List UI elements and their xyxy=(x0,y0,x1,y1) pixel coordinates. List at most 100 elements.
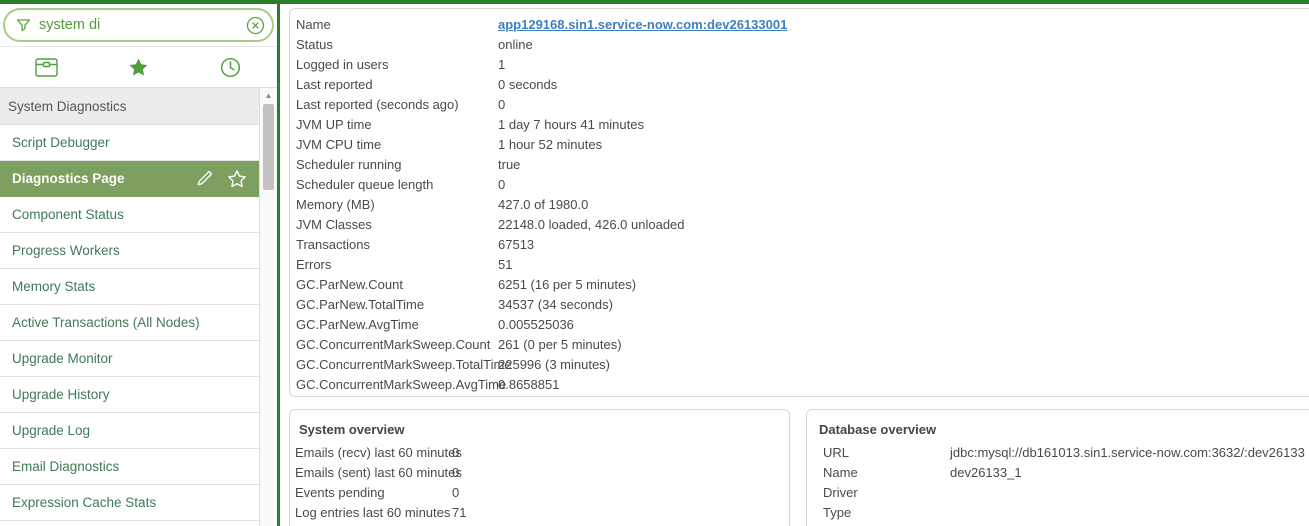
overview-label: Driver xyxy=(823,485,858,500)
top-accent-bar xyxy=(0,0,1309,4)
overview-label: Type xyxy=(823,505,852,520)
overview-label: Events pending xyxy=(295,485,385,500)
nav-item-label: Upgrade History xyxy=(12,387,110,402)
circle-x-icon xyxy=(246,16,265,35)
sidebar-scrollbar[interactable]: ▲ xyxy=(259,88,277,526)
stat-row: Name app129168.sin1.service-now.com:dev2… xyxy=(296,15,1309,35)
stat-value: 1 hour 52 minutes xyxy=(498,137,603,152)
system-overview-panel: System overview Emails (recv) last 60 mi… xyxy=(289,409,790,526)
overview-value: 0 xyxy=(452,485,460,500)
stat-label: GC.ParNew.Count xyxy=(296,277,403,292)
sidebar-nav-item[interactable]: Upgrade History xyxy=(0,377,259,413)
sidebar-nav-item[interactable]: Email Diagnostics xyxy=(0,449,259,485)
stat-value: 67513 xyxy=(498,237,535,252)
stat-label: JVM Classes xyxy=(296,217,372,232)
overview-row: Events pending 0 xyxy=(295,483,789,503)
star-outline-icon[interactable] xyxy=(227,169,247,189)
stat-label: Scheduler queue length xyxy=(296,177,434,192)
sidebar-nav-item[interactable]: Component Status xyxy=(0,197,259,233)
overview-row: Driver xyxy=(823,483,1309,503)
nav-tabs-row xyxy=(0,47,277,88)
scroll-up-arrow-icon[interactable]: ▲ xyxy=(260,88,277,102)
sidebar-nav-item[interactable]: Script Debugger xyxy=(0,125,259,161)
overview-label: URL xyxy=(823,445,850,460)
application-window: System Diagnostics Script Debugger xyxy=(0,0,1309,526)
stat-row: Last reported (seconds ago) 0 xyxy=(296,95,1309,115)
nav-content-divider[interactable] xyxy=(277,0,280,526)
stat-row: GC.ParNew.TotalTime 34537 (34 seconds) xyxy=(296,295,1309,315)
navigation-sidebar: System Diagnostics Script Debugger xyxy=(0,4,277,526)
stat-row: Transactions 67513 xyxy=(296,235,1309,255)
stat-value: 0.8658851 xyxy=(498,377,560,392)
stat-row: Last reported 0 seconds xyxy=(296,75,1309,95)
stat-value: 0 xyxy=(498,97,506,112)
stat-label: JVM CPU time xyxy=(296,137,382,152)
stat-label: Errors xyxy=(296,257,332,272)
nav-filter-box[interactable] xyxy=(3,8,274,42)
overview-row: Emails (recv) last 60 minutes 0 xyxy=(295,443,789,463)
database-overview-table: URL jdbc:mysql://db161013.sin1.service-n… xyxy=(807,443,1309,523)
scrollbar-thumb[interactable] xyxy=(263,104,274,190)
stat-label: Scheduler running xyxy=(296,157,402,172)
stat-row: Logged in users 1 xyxy=(296,55,1309,75)
stat-value: 34537 (34 seconds) xyxy=(498,297,613,312)
stat-row: GC.ParNew.AvgTime 0.005525036 xyxy=(296,315,1309,335)
stat-value: 0 seconds xyxy=(498,77,558,92)
stat-label: Last reported (seconds ago) xyxy=(296,97,459,112)
system-overview-title: System overview xyxy=(299,422,405,437)
stat-value: 1 xyxy=(498,57,506,72)
overview-value: dev26133_1 xyxy=(950,465,1022,480)
stat-row: GC.ConcurrentMarkSweep.TotalTime 225996 … xyxy=(296,355,1309,375)
overview-value: 71 xyxy=(452,505,467,520)
stat-label: GC.ConcurrentMarkSweep.TotalTime xyxy=(296,357,512,372)
stat-value: 225996 (3 minutes) xyxy=(498,357,611,372)
sidebar-nav-item[interactable]: Expression Cache Stats xyxy=(0,485,259,521)
overview-row: Type xyxy=(823,503,1309,523)
overview-row: Log entries last 60 minutes 71 xyxy=(295,503,789,523)
overview-row: Name dev26133_1 xyxy=(823,463,1309,483)
nav-item-label: Active Transactions (All Nodes) xyxy=(12,315,200,330)
system-overview-table: Emails (recv) last 60 minutes 0 Emails (… xyxy=(290,443,789,523)
edit-pencil-icon[interactable] xyxy=(195,169,214,188)
stat-value: 22148.0 loaded, 426.0 unloaded xyxy=(498,217,685,232)
sidebar-nav-item[interactable]: Memory Stats xyxy=(0,269,259,305)
stat-value: online xyxy=(498,37,533,52)
nav-item-label: Expression Cache Stats xyxy=(12,495,157,510)
overview-row: URL jdbc:mysql://db161013.sin1.service-n… xyxy=(823,443,1309,463)
sidebar-nav-item[interactable]: Diagnostics Page xyxy=(0,161,259,197)
stat-label: GC.ParNew.AvgTime xyxy=(296,317,419,332)
stat-row: Scheduler running true xyxy=(296,155,1309,175)
tab-history[interactable] xyxy=(185,57,277,78)
nav-filter-input[interactable] xyxy=(39,17,246,33)
sidebar-nav-item[interactable]: Upgrade Monitor xyxy=(0,341,259,377)
nav-list: Script Debugger Diagnostics Page Compone… xyxy=(0,125,259,521)
overview-label: Emails (recv) last 60 minutes xyxy=(295,445,462,460)
stat-label: Transactions xyxy=(296,237,370,252)
nav-item-label: Diagnostics Page xyxy=(12,171,125,186)
node-stats-panel: Name app129168.sin1.service-now.com:dev2… xyxy=(289,8,1309,397)
nav-item-label: Component Status xyxy=(12,207,124,222)
stat-value: true xyxy=(498,157,521,172)
overview-value: 0 xyxy=(452,445,460,460)
sidebar-nav-item[interactable]: Active Transactions (All Nodes) xyxy=(0,305,259,341)
nav-item-label: Memory Stats xyxy=(12,279,96,294)
nav-item-label: Script Debugger xyxy=(12,135,110,150)
stat-value: 0 xyxy=(498,177,506,192)
stat-value: 261 (0 per 5 minutes) xyxy=(498,337,622,352)
tab-favorites[interactable] xyxy=(92,57,184,78)
node-stats-table: Name app129168.sin1.service-now.com:dev2… xyxy=(296,15,1309,395)
clear-filter-button[interactable] xyxy=(246,16,265,35)
tab-all-applications[interactable] xyxy=(0,57,92,77)
filter-funnel-icon xyxy=(15,17,32,34)
stat-label: Last reported xyxy=(296,77,373,92)
stat-value: 6251 (16 per 5 minutes) xyxy=(498,277,637,292)
stat-value: 1 day 7 hours 41 minutes xyxy=(498,117,644,132)
applications-box-icon xyxy=(34,57,58,77)
stat-label: JVM UP time xyxy=(296,117,372,132)
clock-icon xyxy=(220,57,241,78)
sidebar-nav-item[interactable]: Upgrade Log xyxy=(0,413,259,449)
nav-item-actions xyxy=(195,169,247,189)
nav-item-label: Upgrade Monitor xyxy=(12,351,113,366)
stat-value: 427.0 of 1980.0 xyxy=(498,197,589,212)
sidebar-nav-item[interactable]: Progress Workers xyxy=(0,233,259,269)
